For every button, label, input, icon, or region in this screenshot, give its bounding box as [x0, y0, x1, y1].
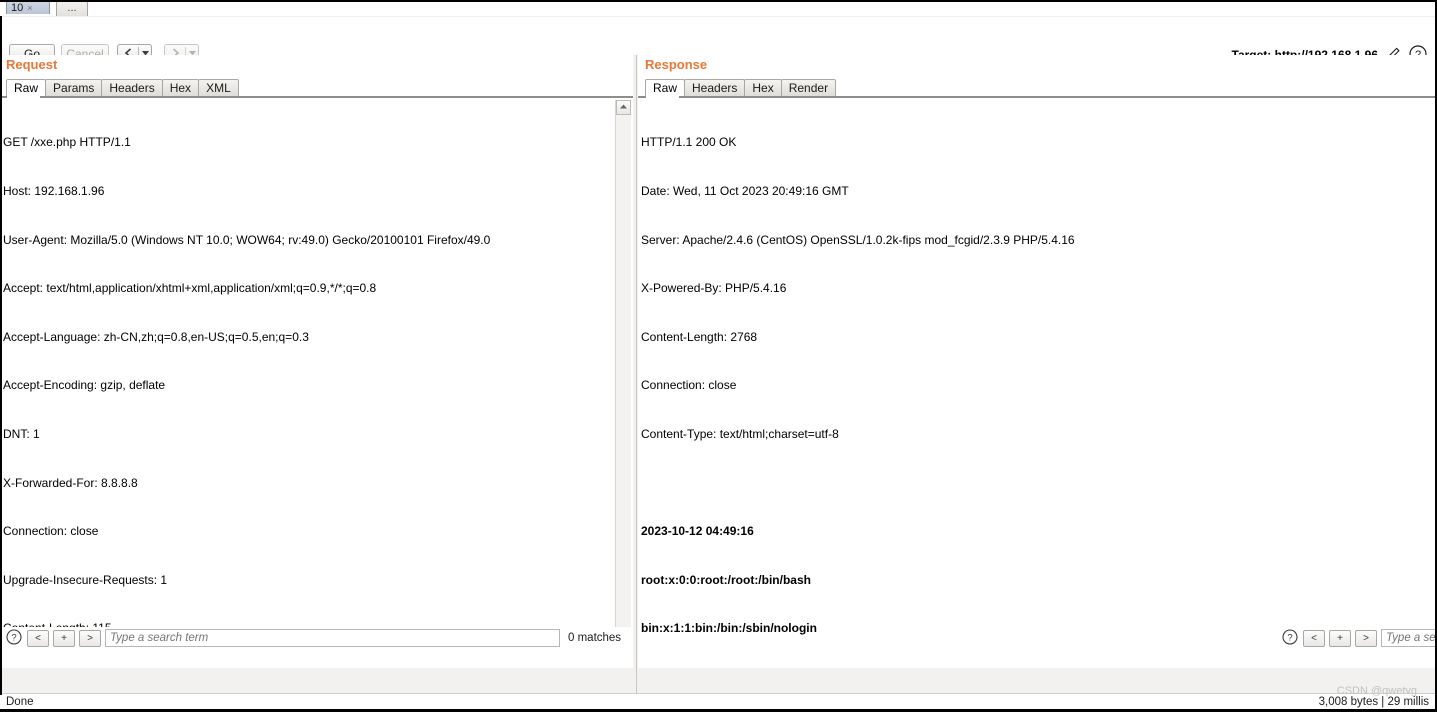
repeater-tab-strip: 10 × ...	[0, 0, 1437, 16]
request-line: Accept-Encoding: gzip, deflate	[3, 378, 166, 393]
scroll-track[interactable]	[616, 115, 631, 629]
window-top-edge	[0, 0, 1437, 2]
repeater-tab-more[interactable]: ...	[56, 0, 88, 16]
search-next-button[interactable]: >	[1355, 629, 1377, 647]
request-pane: Request Raw Params Headers Hex XML GET /…	[0, 55, 633, 668]
request-line: Connection: close	[3, 524, 99, 539]
repeater-tab-more-label: ...	[67, 2, 77, 14]
request-line: DNT: 1	[3, 426, 40, 441]
request-line: Accept: text/html,application/xhtml+xml,…	[3, 281, 377, 296]
svg-text:?: ?	[11, 632, 16, 643]
search-input[interactable]	[1381, 629, 1437, 647]
repeater-toolbar: Go Cancel Target: http://192.168.1.96	[0, 17, 1437, 64]
search-prev-button[interactable]: <	[27, 629, 49, 647]
request-line: Upgrade-Insecure-Requests: 1	[3, 572, 168, 587]
search-next-button[interactable]: >	[79, 629, 101, 647]
response-body-line: 2023-10-12 04:49:16	[641, 524, 754, 539]
response-header-line: Content-Length: 2768	[641, 329, 758, 344]
tab-strip-background	[0, 0, 1437, 16]
tab-selected-underline	[6, 14, 50, 16]
request-line: Host: 192.168.1.96	[3, 184, 105, 198]
response-title: Response	[645, 57, 708, 72]
status-metrics: 3,008 bytes | 29 millis	[1318, 696, 1429, 708]
repeater-tab-10-label: 10	[11, 2, 24, 14]
search-input[interactable]	[105, 629, 560, 647]
request-title: Request	[6, 57, 58, 72]
burp-repeater-window: 10 × ... Go Cancel Request Raw Params He…	[0, 0, 1437, 712]
response-search-bar: ? < + > 0 matches	[1276, 627, 1437, 649]
help-icon[interactable]: ?	[6, 628, 22, 648]
request-subtab-rule	[0, 96, 633, 98]
request-editor[interactable]: GET /xxe.php HTTP/1.1 Host: 192.168.1.96…	[0, 100, 612, 644]
request-line: User-Agent: Mozilla/5.0 (Windows NT 10.0…	[3, 232, 491, 247]
close-icon[interactable]: ×	[27, 1, 32, 15]
search-add-button[interactable]: +	[1329, 629, 1351, 647]
request-line: Accept-Language: zh-CN,zh;q=0.8,en-US;q=…	[3, 329, 309, 344]
svg-text:?: ?	[1287, 632, 1292, 643]
search-add-button[interactable]: +	[53, 629, 75, 647]
request-subtabs: Raw Params Headers Hex XML	[6, 78, 239, 98]
response-header-line: Date: Wed, 11 Oct 2023 20:49:16 GMT	[641, 184, 849, 198]
request-search-bar: ? < + > 0 matches	[0, 627, 633, 649]
response-header-line: Content-Type: text/html;charset=utf-8	[641, 426, 839, 441]
request-vertical-scrollbar[interactable]	[615, 100, 631, 644]
response-subtabs: Raw Headers Hex Render	[645, 78, 837, 98]
response-editor[interactable]: HTTP/1.1 200 OK Date: Wed, 11 Oct 2023 2…	[638, 100, 1437, 644]
response-body-line: root:x:0:0:root:/root:/bin/bash	[641, 572, 811, 587]
pane-divider-line	[636, 55, 637, 695]
request-line: GET /xxe.php HTTP/1.1	[3, 135, 131, 150]
request-line: X-Forwarded-For: 8.8.8.8	[3, 475, 138, 490]
search-matches-label: 0 matches	[568, 632, 622, 644]
status-message: Done	[6, 696, 34, 708]
response-header-line: Connection: close	[641, 378, 737, 393]
help-icon[interactable]: ?	[1282, 628, 1298, 648]
window-left-edge	[0, 16, 2, 695]
response-header-line: HTTP/1.1 200 OK	[641, 135, 737, 150]
response-header-line: X-Powered-By: PHP/5.4.16	[641, 281, 787, 296]
scroll-up-icon[interactable]	[616, 100, 631, 115]
response-blank-line	[641, 475, 1437, 491]
search-prev-button[interactable]: <	[1303, 629, 1325, 647]
response-header-line: Server: Apache/2.4.6 (CentOS) OpenSSL/1.…	[641, 232, 1075, 247]
response-subtab-rule	[638, 96, 1437, 98]
response-pane: Response Raw Headers Hex Render HTTP/1.1…	[638, 55, 1437, 668]
